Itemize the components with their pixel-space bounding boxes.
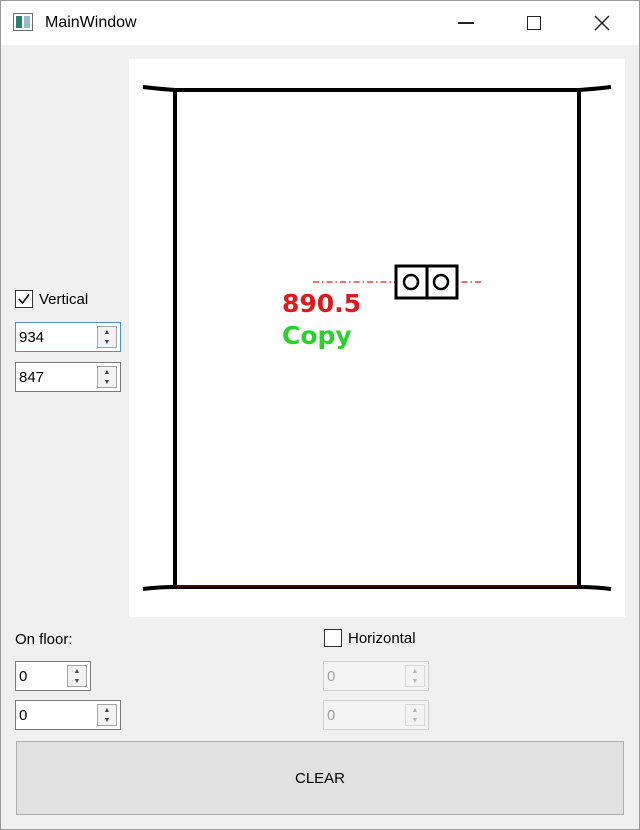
horizontal-label: Horizontal xyxy=(348,629,416,647)
spin-up-icon[interactable]: ▲ xyxy=(98,367,116,377)
copy-label: Copy xyxy=(282,321,352,350)
top-edge-line xyxy=(142,85,612,92)
bottom-edge-line xyxy=(142,585,612,591)
horizontal-spinbox-1[interactable]: ▲ ▼ xyxy=(323,661,429,691)
measure-value: 890.5 xyxy=(282,289,361,318)
horizontal-spinbox-2[interactable]: ▲ ▼ xyxy=(323,700,429,730)
close-button[interactable] xyxy=(568,1,636,45)
vertical-checkbox[interactable]: Vertical xyxy=(15,290,88,308)
horizontal-checkbox[interactable]: Horizontal xyxy=(324,629,416,647)
on-floor-spinbox-2[interactable]: ▲ ▼ xyxy=(15,700,121,730)
close-icon xyxy=(594,15,610,31)
app-icon xyxy=(13,13,33,31)
spin-down-icon[interactable]: ▼ xyxy=(98,715,116,725)
spin-down-icon[interactable]: ▼ xyxy=(68,676,86,686)
minimize-button[interactable] xyxy=(432,1,500,45)
spin-down-icon[interactable]: ▼ xyxy=(98,377,116,387)
maximize-button[interactable] xyxy=(500,1,568,45)
minimize-icon xyxy=(458,22,474,24)
maximize-icon xyxy=(527,16,541,30)
vertical-checkbox-box[interactable] xyxy=(15,290,33,308)
title-bar: MainWindow xyxy=(1,1,639,45)
spin-up-icon[interactable]: ▲ xyxy=(68,666,86,676)
drawing-canvas[interactable]: 890.5 Copy xyxy=(129,59,625,617)
canvas-drawing: 890.5 Copy xyxy=(142,85,612,591)
spin-up-icon[interactable]: ▲ xyxy=(406,666,424,676)
spin-down-icon[interactable]: ▼ xyxy=(406,715,424,725)
socket-icon xyxy=(394,264,459,300)
on-floor-spinbox-1[interactable]: ▲ ▼ xyxy=(15,661,91,691)
checkmark-icon xyxy=(18,294,30,305)
spin-up-icon[interactable]: ▲ xyxy=(406,705,424,715)
vertical-spinbox-1[interactable]: ▲ ▼ xyxy=(15,322,121,352)
spin-up-icon[interactable]: ▲ xyxy=(98,705,116,715)
window-title: MainWindow xyxy=(45,14,137,31)
spin-up-icon[interactable]: ▲ xyxy=(98,327,116,337)
vertical-label: Vertical xyxy=(39,290,89,308)
vertical-spinbox-2[interactable]: ▲ ▼ xyxy=(15,362,121,392)
on-floor-label: On floor: xyxy=(15,631,73,648)
spin-down-icon[interactable]: ▼ xyxy=(98,337,116,347)
clear-button[interactable]: CLEAR xyxy=(16,741,624,815)
horizontal-checkbox-box[interactable] xyxy=(324,629,342,647)
spin-down-icon[interactable]: ▼ xyxy=(406,676,424,686)
main-window: MainWindow 890.5 Copy Vertical 934 ▲ ▼ 8… xyxy=(0,0,640,830)
